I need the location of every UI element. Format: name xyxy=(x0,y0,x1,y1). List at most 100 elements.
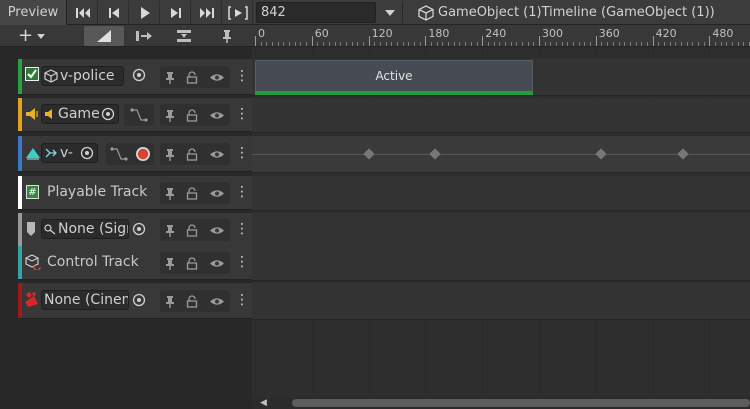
object-picker-button[interactable] xyxy=(101,107,115,121)
lane-signal[interactable] xyxy=(252,213,750,247)
ruler-minor-tick xyxy=(641,42,643,46)
track-binding-field[interactable]: None (Sign xyxy=(41,219,129,239)
scrollbar-thumb[interactable] xyxy=(292,399,750,407)
track-menu-button[interactable]: ⋮ xyxy=(235,106,249,122)
ruler-minor-tick xyxy=(272,42,274,46)
lane-playable[interactable] xyxy=(252,176,750,211)
ruler-minor-tick xyxy=(260,42,262,46)
timeline-asset-selector[interactable]: GameObject (1)Timeline (GameObject (1)) xyxy=(418,0,715,25)
ruler-minor-tick xyxy=(419,42,421,46)
ripple-mode-button[interactable] xyxy=(126,26,162,46)
track-binding-field[interactable]: None (Cinem xyxy=(41,290,129,310)
lock-icon[interactable] xyxy=(186,223,198,237)
pin-button[interactable] xyxy=(214,26,240,46)
lane-cinemachine[interactable] xyxy=(252,283,750,320)
lock-icon[interactable] xyxy=(186,294,198,308)
object-picker-button[interactable] xyxy=(132,222,146,236)
track-binding-field[interactable]: v-police xyxy=(41,66,124,86)
timeline-title: GameObject (1)Timeline (GameObject (1)) xyxy=(438,5,715,20)
keyframe-marker[interactable] xyxy=(595,148,608,160)
add-track-button[interactable]: + xyxy=(18,26,60,46)
eye-icon[interactable] xyxy=(209,72,225,83)
lane-control[interactable] xyxy=(252,246,750,281)
lane-animation[interactable] xyxy=(252,136,750,173)
replace-mode-button[interactable] xyxy=(166,26,202,46)
eye-icon[interactable] xyxy=(209,258,225,269)
track-menu-button[interactable]: ⋮ xyxy=(235,221,249,237)
timeline-track-area[interactable]: Active xyxy=(252,47,750,397)
activation-clip[interactable]: Active xyxy=(255,60,533,95)
track-menu-button[interactable]: ⋮ xyxy=(235,254,249,270)
object-picker-button[interactable] xyxy=(80,146,94,160)
lock-icon[interactable] xyxy=(186,147,198,161)
keyframe-marker[interactable] xyxy=(429,148,441,160)
pin-icon[interactable] xyxy=(165,148,175,161)
object-picker-button[interactable] xyxy=(132,293,146,307)
object-picker-button[interactable] xyxy=(132,68,146,82)
previous-frame-button[interactable] xyxy=(99,1,129,24)
ruler-minor-tick xyxy=(334,42,336,46)
track-menu-button[interactable]: ⋮ xyxy=(235,292,249,308)
mix-mode-button[interactable] xyxy=(84,26,124,46)
pin-icon[interactable] xyxy=(165,257,175,270)
ruler-minor-tick xyxy=(715,42,717,46)
eye-icon[interactable] xyxy=(209,149,225,160)
ruler-minor-tick xyxy=(499,42,501,46)
track-menu-button[interactable]: ⋮ xyxy=(235,184,249,200)
eye-icon[interactable] xyxy=(209,188,225,199)
track-menu-button[interactable]: ⋮ xyxy=(235,68,249,84)
target-icon xyxy=(132,293,146,307)
next-frame-button[interactable] xyxy=(161,1,191,24)
ease-mode-icon xyxy=(97,30,111,42)
track-header-activation[interactable]: v-police ⋮ xyxy=(18,59,252,95)
time-ruler[interactable]: 0 60 120 180 240 300 360 420 480 xyxy=(252,25,750,47)
record-icon[interactable] xyxy=(135,146,151,162)
curves-icon xyxy=(130,108,148,122)
ruler-minor-tick xyxy=(544,42,546,46)
lock-icon[interactable] xyxy=(186,70,198,84)
track-header-signal[interactable]: None (Sign ⋮ xyxy=(18,213,252,247)
pin-icon[interactable] xyxy=(165,295,175,308)
animation-controls xyxy=(106,143,154,165)
play-button[interactable] xyxy=(130,1,160,24)
keyframe-marker[interactable] xyxy=(677,148,689,160)
pin-icon[interactable] xyxy=(165,187,175,200)
track-menu-button[interactable]: ⋮ xyxy=(235,145,249,161)
lock-icon[interactable] xyxy=(186,256,198,270)
clip-active-bar xyxy=(255,91,533,95)
lock-icon[interactable] xyxy=(186,186,198,200)
track-header-cinemachine[interactable]: None (Cinem ⋮ xyxy=(18,283,252,319)
track-header-playable[interactable]: # Playable Track ⋮ xyxy=(18,176,252,210)
track-header-animation[interactable]: v- ⋮ xyxy=(18,136,252,172)
eye-icon[interactable] xyxy=(209,110,225,121)
curves-toggle[interactable] xyxy=(124,104,154,126)
eye-icon[interactable] xyxy=(209,225,225,236)
ruler-minor-tick xyxy=(289,42,291,46)
pin-icon[interactable] xyxy=(165,71,175,84)
ruler-minor-tick xyxy=(601,42,603,46)
current-frame-field[interactable]: 842 xyxy=(256,2,376,23)
lock-icon[interactable] xyxy=(186,108,198,122)
eye-icon[interactable] xyxy=(209,296,225,307)
first-frame-button[interactable] xyxy=(68,1,98,24)
track-toolbar: + xyxy=(0,25,252,47)
time-format-dropdown[interactable] xyxy=(377,2,403,23)
horizontal-scrollbar[interactable]: ◀ xyxy=(252,397,750,409)
keyframe-marker[interactable] xyxy=(362,148,375,160)
pin-icon[interactable] xyxy=(165,109,175,122)
scroll-left-icon[interactable]: ◀ xyxy=(260,397,267,409)
pin-icon[interactable] xyxy=(165,224,175,237)
playable-track-icon: # xyxy=(26,185,39,199)
ruler-minor-tick xyxy=(567,42,569,46)
lane-audio[interactable] xyxy=(252,98,750,133)
curves-icon[interactable] xyxy=(109,147,128,161)
play-range-button[interactable] xyxy=(223,1,253,24)
preview-button[interactable]: Preview xyxy=(0,0,67,25)
ruler-major-tick xyxy=(425,36,427,46)
gameobject-icon xyxy=(418,4,434,21)
replace-mode-icon xyxy=(177,30,191,42)
track-color-bar xyxy=(18,136,22,171)
track-header-audio[interactable]: Game ⋮ xyxy=(18,98,252,132)
last-frame-button[interactable] xyxy=(192,1,222,24)
track-header-control[interactable]: Control Track ⋮ xyxy=(18,246,252,280)
